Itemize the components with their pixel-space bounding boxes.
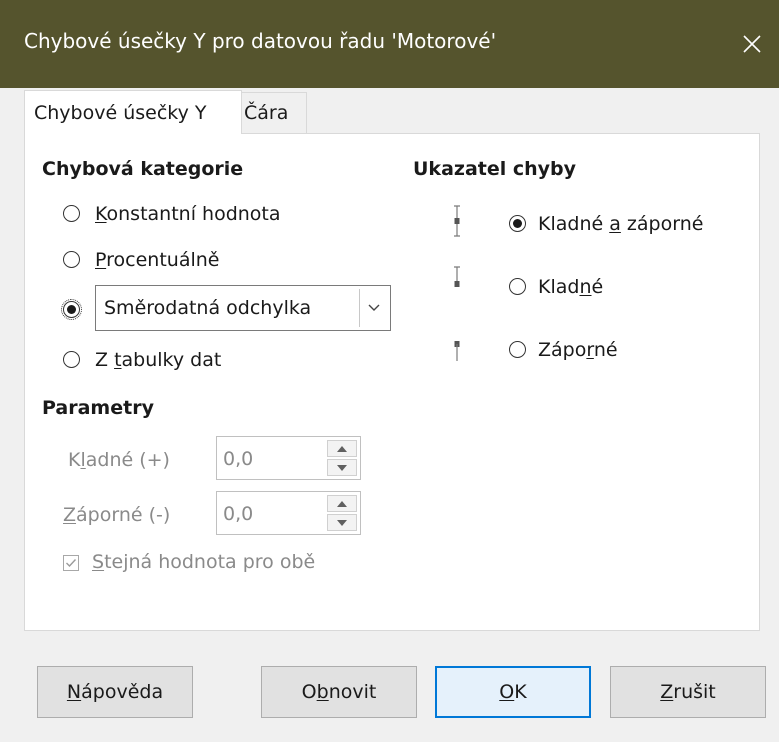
indicator-heading: Ukazatel chyby [413,158,577,180]
decrement-button[interactable] [327,514,357,531]
arrow-down-icon [337,464,347,471]
increment-button[interactable] [327,440,357,457]
tab-y-error-bars[interactable]: Chybové úsečky Y [24,90,242,134]
close-button[interactable] [724,18,779,70]
arrow-up-icon [337,500,347,507]
radio-button[interactable] [63,205,80,222]
tab-label: Chybové úsečky Y [34,101,207,124]
radio-label: Procentuálně [95,249,220,271]
radio-label: Kladné a záporné [538,213,704,235]
radio-button[interactable] [61,299,82,320]
dialog-title: Chybové úsečky Y pro datovou řadu 'Motor… [24,29,497,53]
radio-label: Z tabulky dat [95,349,222,371]
negative-value-spinbox[interactable]: 0,0 [216,491,361,535]
cancel-button[interactable]: Zrušit [610,666,766,718]
parameters-heading: Parametry [42,397,154,419]
increment-button[interactable] [327,495,357,512]
dropdown-value: Směrodatná odchylka [104,297,312,319]
checkbox[interactable] [63,555,79,571]
negative-label: Záporné (-) [63,504,171,526]
dropdown-button[interactable] [359,289,387,327]
tab-label: Čára [244,102,289,124]
radio-label: Záporné [538,339,618,361]
spinbox-value: 0,0 [223,448,254,470]
button-label: Zrušit [660,681,716,703]
radio-button[interactable] [509,278,526,295]
decrement-button[interactable] [327,459,357,476]
radio-button[interactable] [63,251,80,268]
ok-button[interactable]: OK [435,666,591,718]
error-bar-negative-icon [454,341,460,361]
radio-label: Kladné [538,276,604,298]
checkmark-icon [66,559,77,568]
function-dropdown[interactable]: Směrodatná odchylka [95,285,391,331]
spinbox-value: 0,0 [223,503,254,525]
title-bar: Chybové úsečky Y pro datovou řadu 'Motor… [0,0,779,88]
error-bar-positive-icon [454,266,460,287]
button-label: OK [499,681,527,703]
radio-button[interactable] [509,215,526,232]
positive-label: Kladné (+) [68,449,170,471]
error-bar-both-icon [454,205,460,237]
positive-value-spinbox[interactable]: 0,0 [216,436,361,480]
button-label: Nápověda [66,681,164,703]
error-bars-dialog: Chybové úsečky Y pro datovou řadu 'Motor… [0,0,779,742]
arrow-down-icon [337,519,347,526]
radio-button[interactable] [63,351,80,368]
close-icon [742,35,761,53]
reset-button[interactable]: Obnovit [261,666,417,718]
chevron-down-icon [368,304,379,311]
radio-label: Konstantní hodnota [95,203,281,225]
help-button[interactable]: Nápověda [37,666,193,718]
category-heading: Chybová kategorie [42,158,244,180]
button-label: Obnovit [301,681,377,703]
radio-button[interactable] [509,341,526,358]
tab-line[interactable]: Čára [241,92,307,134]
checkbox-label: Stejná hodnota pro obě [92,551,316,573]
arrow-up-icon [337,445,347,452]
